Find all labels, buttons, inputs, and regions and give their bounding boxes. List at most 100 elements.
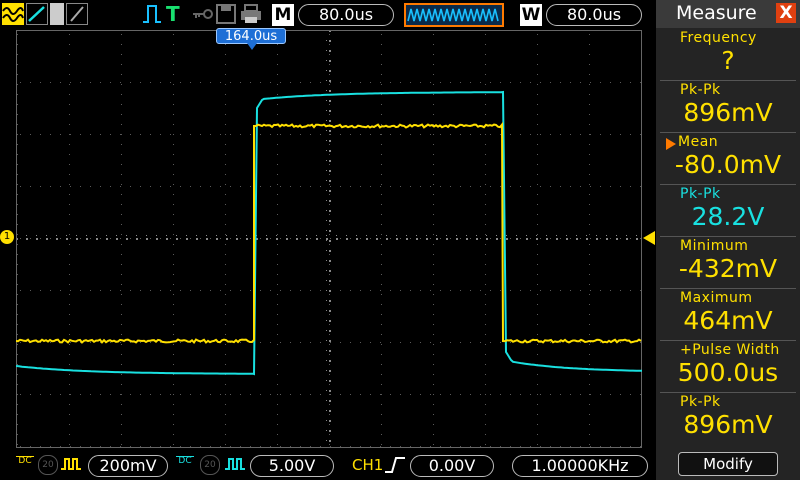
grid-dot xyxy=(340,82,341,83)
ch1-invert-icon[interactable] xyxy=(60,454,82,474)
rising-edge-icon[interactable] xyxy=(384,454,406,476)
grid-dot xyxy=(336,235,337,236)
grid-dot xyxy=(280,82,281,83)
grid-dot xyxy=(100,134,101,135)
grid-dot xyxy=(277,314,278,315)
grid-dot xyxy=(70,238,71,239)
grid-dot xyxy=(537,34,538,35)
pulse-trigger-icon[interactable] xyxy=(142,3,162,25)
grid-dot xyxy=(150,290,151,291)
grid-dot xyxy=(17,374,18,375)
grid-dot xyxy=(306,238,308,240)
grid-dot xyxy=(69,354,70,355)
grid-dot xyxy=(550,446,551,447)
grid-dot xyxy=(589,64,590,65)
ch2-bw-limit-icon[interactable]: 20 xyxy=(200,455,220,475)
grid-dot xyxy=(225,414,226,415)
channel-icon[interactable] xyxy=(66,3,88,25)
grid-dot xyxy=(225,444,226,445)
measure-label[interactable]: Pk-Pk xyxy=(680,82,721,98)
grid-dot xyxy=(69,114,70,115)
grid-dot xyxy=(173,264,174,265)
grid-dot xyxy=(329,100,331,102)
grid-dot xyxy=(69,264,70,265)
grid-dot xyxy=(350,82,351,83)
grid-dot xyxy=(30,134,31,135)
grid-dot xyxy=(485,424,486,425)
dual-channel-icon[interactable] xyxy=(50,3,64,25)
grid-dot xyxy=(69,44,70,45)
grid-dot xyxy=(200,82,201,83)
grid-dot xyxy=(173,74,174,75)
grid-dot xyxy=(470,394,471,395)
trigger-position-marker[interactable]: 164.0us xyxy=(216,28,286,50)
trigger-level-marker[interactable] xyxy=(643,231,655,245)
trigger-source[interactable]: CH1 xyxy=(352,456,383,474)
ch1-coupling-badge[interactable]: DC xyxy=(16,456,34,475)
ch2-invert-icon[interactable] xyxy=(224,454,246,474)
measure-divider xyxy=(660,132,796,133)
grid-dot xyxy=(156,235,157,236)
grid-dot xyxy=(537,374,538,375)
measure-label[interactable]: Minimum xyxy=(680,238,748,254)
close-icon[interactable]: X xyxy=(776,3,796,23)
grid-dot xyxy=(17,214,18,215)
grid-dot xyxy=(121,444,122,445)
grid-dot xyxy=(250,134,251,135)
grid-dot xyxy=(225,434,226,435)
grid-dot xyxy=(30,446,31,447)
grid-dot xyxy=(69,134,70,135)
grid-dot xyxy=(580,290,581,291)
measure-label[interactable]: Mean xyxy=(678,134,718,150)
grid-dot xyxy=(300,186,301,187)
grid-dot xyxy=(446,238,448,240)
ch1-bw-limit-icon[interactable]: 20 xyxy=(38,455,58,475)
grid-dot xyxy=(17,444,18,445)
grid-dot xyxy=(370,446,371,447)
waveform-window-icon[interactable] xyxy=(404,3,504,27)
grid-dot xyxy=(490,446,491,447)
grid-dot xyxy=(526,238,528,240)
grid-dot xyxy=(106,238,108,240)
window-time-display[interactable]: 80.0us xyxy=(546,4,642,26)
measure-label[interactable]: +Pulse Width xyxy=(680,342,780,358)
ch1-scale-display[interactable]: 200mV xyxy=(88,455,168,477)
measure-label[interactable]: Frequency xyxy=(680,30,757,46)
grid-dot xyxy=(260,82,261,83)
grid-dot xyxy=(589,404,590,405)
grid-dot xyxy=(589,104,590,105)
timebase-display[interactable]: 80.0us xyxy=(298,4,394,26)
ch2-scale-display[interactable]: 5.00V xyxy=(250,455,334,477)
grid-dot xyxy=(381,314,382,315)
modify-button[interactable]: Modify xyxy=(678,452,778,476)
ramp-wave-icon[interactable] xyxy=(26,3,48,25)
trigger-level-display[interactable]: 0.00V xyxy=(410,455,494,477)
grid-dot xyxy=(140,446,141,447)
grid-dot xyxy=(156,238,158,240)
grid-dot xyxy=(460,134,461,135)
measure-label[interactable]: Pk-Pk xyxy=(680,186,721,202)
grid-dot xyxy=(210,394,211,395)
ch1-level-marker[interactable]: 1 xyxy=(0,230,14,244)
grid-dot xyxy=(210,446,211,447)
grid-dot xyxy=(326,390,327,391)
grid-dot xyxy=(530,82,531,83)
scope-display[interactable] xyxy=(16,30,642,448)
grid-dot xyxy=(270,134,271,135)
print-icon[interactable] xyxy=(240,3,262,25)
grid-dot xyxy=(485,214,486,215)
measure-label[interactable]: Pk-Pk xyxy=(680,394,721,410)
grid-dot xyxy=(620,82,621,83)
grid-dot xyxy=(173,104,174,105)
grid-dot xyxy=(381,204,382,205)
save-icon[interactable] xyxy=(216,3,236,25)
grid-dot xyxy=(340,238,341,239)
math-wave-icon[interactable] xyxy=(2,3,24,25)
grid-dot xyxy=(186,235,187,236)
measure-label[interactable]: Maximum xyxy=(680,290,752,306)
grid-dot xyxy=(596,235,597,236)
grid-dot xyxy=(329,280,331,282)
ch2-coupling-badge[interactable]: DC xyxy=(176,456,194,475)
grid-dot xyxy=(430,238,431,239)
grid-dot xyxy=(40,186,41,187)
